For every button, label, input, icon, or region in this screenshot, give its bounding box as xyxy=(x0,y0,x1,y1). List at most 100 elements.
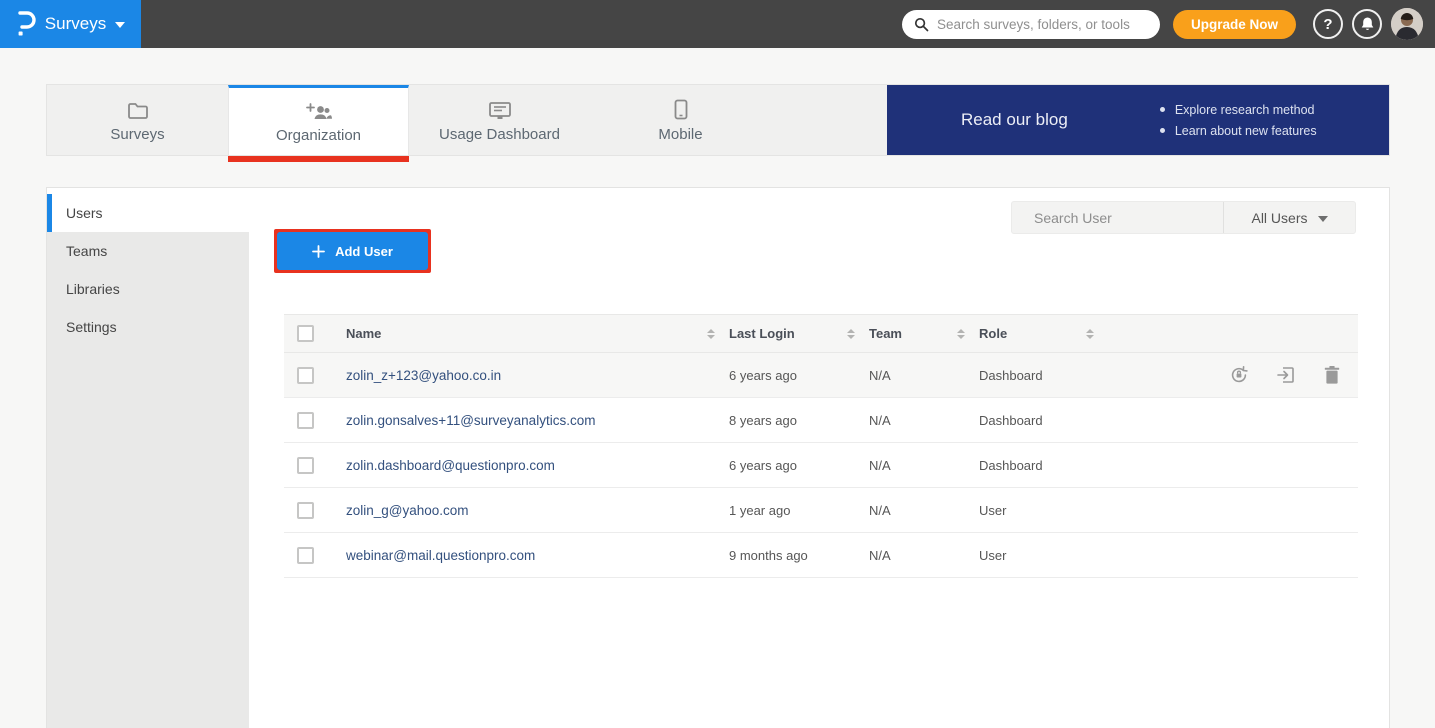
tab-label: Mobile xyxy=(658,126,702,143)
team-cell: N/A xyxy=(869,548,891,563)
column-header-name: Name xyxy=(346,326,381,341)
plus-icon xyxy=(312,245,325,258)
notifications-button[interactable] xyxy=(1352,9,1382,39)
sidebar-item-label: Teams xyxy=(66,243,107,259)
dashboard-icon xyxy=(488,98,512,120)
annotation-red-underline xyxy=(228,156,409,162)
user-avatar[interactable] xyxy=(1391,8,1423,40)
role-cell: Dashboard xyxy=(979,368,1043,383)
row-checkbox[interactable] xyxy=(297,457,314,474)
select-all-checkbox[interactable] xyxy=(297,325,314,342)
table-row: zolin.gonsalves+11@surveyanalytics.com 8… xyxy=(284,398,1358,443)
add-user-label: Add User xyxy=(335,244,393,259)
user-filter-value: All Users xyxy=(1251,210,1307,226)
team-cell: N/A xyxy=(869,413,891,428)
role-cell: Dashboard xyxy=(979,458,1043,473)
person-add-icon xyxy=(306,99,332,121)
blog-banner-title: Read our blog xyxy=(961,110,1068,130)
team-cell: N/A xyxy=(869,368,891,383)
sidebar-item-label: Libraries xyxy=(66,281,120,297)
tab-surveys[interactable]: Surveys xyxy=(47,85,228,155)
questionpro-logo-icon xyxy=(16,11,36,37)
sort-icon[interactable] xyxy=(707,329,715,339)
sidebar-item-label: Settings xyxy=(66,319,117,335)
add-user-button[interactable]: Add User xyxy=(277,232,428,270)
global-search-input[interactable] xyxy=(937,17,1148,32)
global-search[interactable] xyxy=(902,10,1160,39)
tab-usage-dashboard[interactable]: Usage Dashboard xyxy=(409,85,590,155)
blog-bullet: Explore research method xyxy=(1160,103,1317,117)
delete-icon[interactable] xyxy=(1323,365,1341,385)
app-logo-menu[interactable]: Surveys xyxy=(0,0,141,48)
sort-icon[interactable] xyxy=(1086,329,1094,339)
last-login-cell: 6 years ago xyxy=(729,458,797,473)
last-login-cell: 8 years ago xyxy=(729,413,797,428)
table-header-row: Name Last Login Team Role xyxy=(284,314,1358,353)
tab-label: Usage Dashboard xyxy=(439,126,560,143)
role-cell: User xyxy=(979,548,1006,563)
last-login-cell: 9 months ago xyxy=(729,548,808,563)
row-checkbox[interactable] xyxy=(297,367,314,384)
row-checkbox[interactable] xyxy=(297,502,314,519)
module-tabstrip: Surveys Organization Usage Dashboard xyxy=(46,84,1390,156)
user-name-link[interactable]: webinar@mail.questionpro.com xyxy=(346,548,535,563)
user-name-link[interactable]: zolin_g@yahoo.com xyxy=(346,503,469,518)
column-header-last-login: Last Login xyxy=(729,326,795,341)
bell-icon xyxy=(1360,16,1375,32)
sort-icon[interactable] xyxy=(957,329,965,339)
table-row: zolin_z+123@yahoo.co.in 6 years ago N/A … xyxy=(284,353,1358,398)
read-our-blog-banner[interactable]: Read our blog Explore research method Le… xyxy=(887,85,1389,155)
sidebar-item-settings[interactable]: Settings xyxy=(47,308,249,346)
role-cell: User xyxy=(979,503,1006,518)
blog-bullet: Learn about new features xyxy=(1160,124,1317,138)
login-as-user-icon[interactable] xyxy=(1276,365,1296,385)
sort-icon[interactable] xyxy=(847,329,855,339)
upgrade-now-button[interactable]: Upgrade Now xyxy=(1173,10,1296,39)
column-header-team: Team xyxy=(869,326,902,341)
column-header-role: Role xyxy=(979,326,1007,341)
sidebar-filler xyxy=(47,346,249,728)
tab-mobile[interactable]: Mobile xyxy=(590,85,771,155)
user-name-link[interactable]: zolin_z+123@yahoo.co.in xyxy=(346,368,501,383)
sidebar-item-teams[interactable]: Teams xyxy=(47,232,249,270)
search-user-box[interactable] xyxy=(1012,202,1224,233)
role-cell: Dashboard xyxy=(979,413,1043,428)
search-user-input[interactable] xyxy=(1034,210,1215,226)
tab-organization[interactable]: Organization xyxy=(228,85,409,155)
question-mark-icon: ? xyxy=(1323,16,1332,33)
chevron-down-icon xyxy=(1318,216,1328,222)
team-cell: N/A xyxy=(869,458,891,473)
users-content: Add User All Users Na xyxy=(249,188,1389,728)
product-switcher-label: Surveys xyxy=(45,14,106,34)
table-row: zolin.dashboard@questionpro.com 6 years … xyxy=(284,443,1358,488)
sidebar-item-libraries[interactable]: Libraries xyxy=(47,270,249,308)
topbar-right: Upgrade Now ? xyxy=(902,8,1435,40)
table-row: webinar@mail.questionpro.com 9 months ag… xyxy=(284,533,1358,578)
avatar-photo xyxy=(1391,8,1423,40)
row-checkbox[interactable] xyxy=(297,547,314,564)
search-icon xyxy=(914,17,929,32)
user-filter-bar: All Users xyxy=(1011,201,1356,234)
row-checkbox[interactable] xyxy=(297,412,314,429)
sidebar-item-users[interactable]: Users xyxy=(47,194,249,232)
users-table: Name Last Login Team Role xyxy=(284,314,1358,578)
folder-icon xyxy=(127,98,149,120)
last-login-cell: 6 years ago xyxy=(729,368,797,383)
user-filter-dropdown[interactable]: All Users xyxy=(1224,202,1355,233)
reset-password-icon[interactable] xyxy=(1229,365,1249,385)
team-cell: N/A xyxy=(869,503,891,518)
chevron-down-icon xyxy=(115,22,125,28)
organization-panel: Users Teams Libraries Settings Add User xyxy=(46,187,1390,728)
annotation-red-box: Add User xyxy=(274,229,431,273)
blog-bullet-list: Explore research method Learn about new … xyxy=(1160,103,1317,138)
sidebar-item-label: Users xyxy=(66,205,103,221)
topbar: Surveys Upgrade Now ? xyxy=(0,0,1435,48)
organization-sidebar: Users Teams Libraries Settings xyxy=(47,188,249,728)
mobile-icon xyxy=(674,98,688,120)
user-name-link[interactable]: zolin.dashboard@questionpro.com xyxy=(346,458,555,473)
last-login-cell: 1 year ago xyxy=(729,503,790,518)
help-button[interactable]: ? xyxy=(1313,9,1343,39)
tab-label: Organization xyxy=(276,127,361,144)
tab-label: Surveys xyxy=(110,126,164,143)
user-name-link[interactable]: zolin.gonsalves+11@surveyanalytics.com xyxy=(346,413,595,428)
